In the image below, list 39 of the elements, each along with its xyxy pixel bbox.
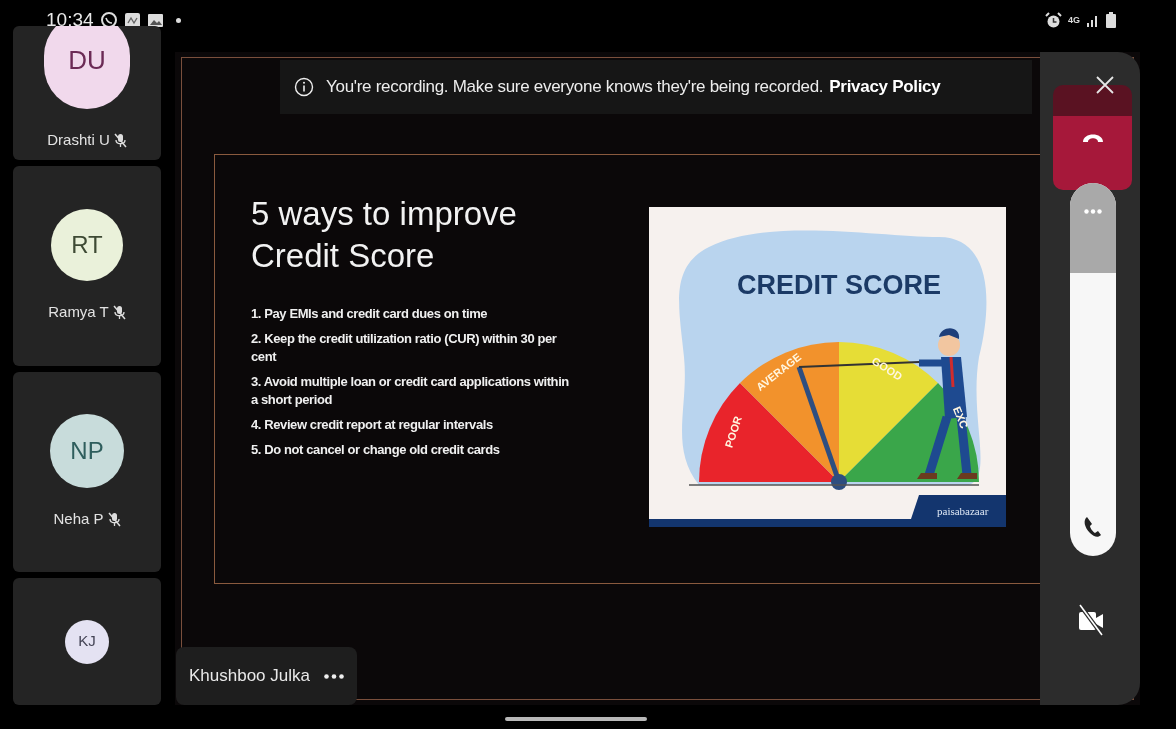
signal-icon	[1086, 13, 1100, 27]
slide-point: 2. Keep the credit utilization ratio (CUR) within 30 per cent	[251, 330, 558, 366]
phone-icon	[1083, 516, 1103, 538]
participant-tile[interactable]: NP Neha P	[13, 372, 161, 572]
network-type: 4G	[1068, 15, 1080, 25]
slide-point: 1. Pay EMIs and credit card dues on time	[251, 305, 489, 323]
slide-point: 5. Do not cancel or change old credit cards	[251, 441, 501, 459]
camera-off-icon	[1077, 603, 1105, 637]
alarm-icon	[1045, 11, 1062, 29]
chat-icon	[99, 11, 118, 29]
participant-avatar: RT	[51, 208, 123, 281]
slide-point: 3. Avoid multiple loan or credit card applications within a short period	[251, 373, 569, 409]
presenter-name: Khushboo Julka	[189, 665, 310, 688]
image-icon	[146, 11, 164, 29]
end-call-button[interactable]	[1053, 116, 1132, 190]
gauge-label: EXC	[950, 404, 971, 431]
participant-name: Neha P	[53, 508, 104, 529]
slide-title: 5 ways to improve	[251, 194, 517, 234]
slide-title: Credit Score	[251, 236, 435, 276]
participant-name: Ramya T	[48, 301, 109, 322]
slide-point: 4. Review credit report at regular intervals	[251, 416, 494, 434]
swipe-slider[interactable]	[1070, 183, 1116, 556]
more-icon[interactable]	[324, 673, 344, 679]
battery-icon	[1106, 12, 1116, 28]
info-icon	[294, 77, 314, 97]
participant-avatar: DU	[44, 26, 130, 109]
participant-avatar: KJ	[65, 619, 109, 664]
more-icon	[1084, 209, 1102, 214]
privacy-policy-link[interactable]: Privacy Policy	[829, 74, 941, 100]
participant-tile[interactable]: DU Drashti U	[13, 26, 161, 160]
gauge-label: POOR	[722, 414, 744, 450]
participant-avatar: NP	[50, 413, 124, 488]
illustration-heading: CREDIT SCORE	[737, 270, 941, 300]
recording-message: You're recording. Make sure everyone knows they're being recorded.	[326, 76, 824, 99]
participant-tile[interactable]: RT Ramya T	[13, 166, 161, 366]
participant-tile[interactable]: KJ	[13, 578, 161, 705]
close-icon	[1096, 76, 1114, 94]
brand-name: paisabazaar	[937, 505, 989, 517]
participant-name: Drashti U	[47, 129, 110, 150]
